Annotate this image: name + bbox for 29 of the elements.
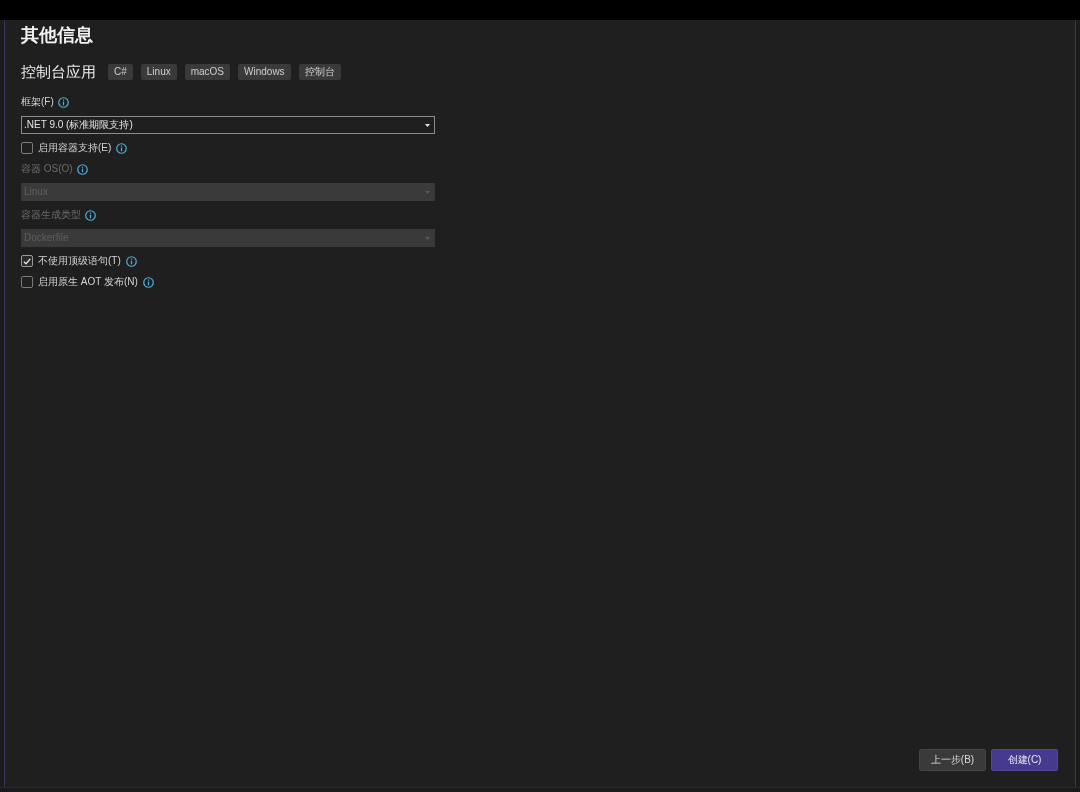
tag: macOS <box>184 64 231 80</box>
checkbox[interactable] <box>21 142 33 154</box>
tag: 控制台 <box>298 64 341 80</box>
check-icon <box>23 257 31 265</box>
create-button[interactable]: 创建(C) <box>991 749 1058 771</box>
field-label: 容器 OS(O) <box>21 162 73 176</box>
info-icon <box>76 163 88 175</box>
info-icon <box>125 255 137 267</box>
tag: Windows <box>238 64 291 80</box>
field-label: 容器生成类型 <box>21 208 81 222</box>
dropdown[interactable]: .NET 9.0 (标准期限支持) <box>21 116 435 134</box>
info-icon <box>142 276 154 288</box>
checkbox-label: 启用容器支持(E) <box>38 141 112 155</box>
project-name: 控制台应用 <box>21 62 96 82</box>
caret-icon <box>425 123 430 127</box>
tag: C# <box>108 64 133 80</box>
checkbox[interactable] <box>21 255 33 267</box>
checkbox-label: 启用原生 AOT 发布(N) <box>38 275 138 289</box>
back-button[interactable]: 上一步(B) <box>919 749 986 771</box>
checkbox-label: 不使用顶级语句(T) <box>38 254 121 268</box>
info-icon <box>57 96 69 108</box>
field-label: 框架(F) <box>21 95 54 109</box>
caret-icon <box>425 190 430 194</box>
checkbox[interactable] <box>21 276 33 288</box>
caret-icon <box>425 236 430 240</box>
info-icon <box>116 142 128 154</box>
info-icon <box>85 209 96 221</box>
tag: Linux <box>140 64 177 80</box>
dialog-title: 其他信息 <box>21 24 93 47</box>
